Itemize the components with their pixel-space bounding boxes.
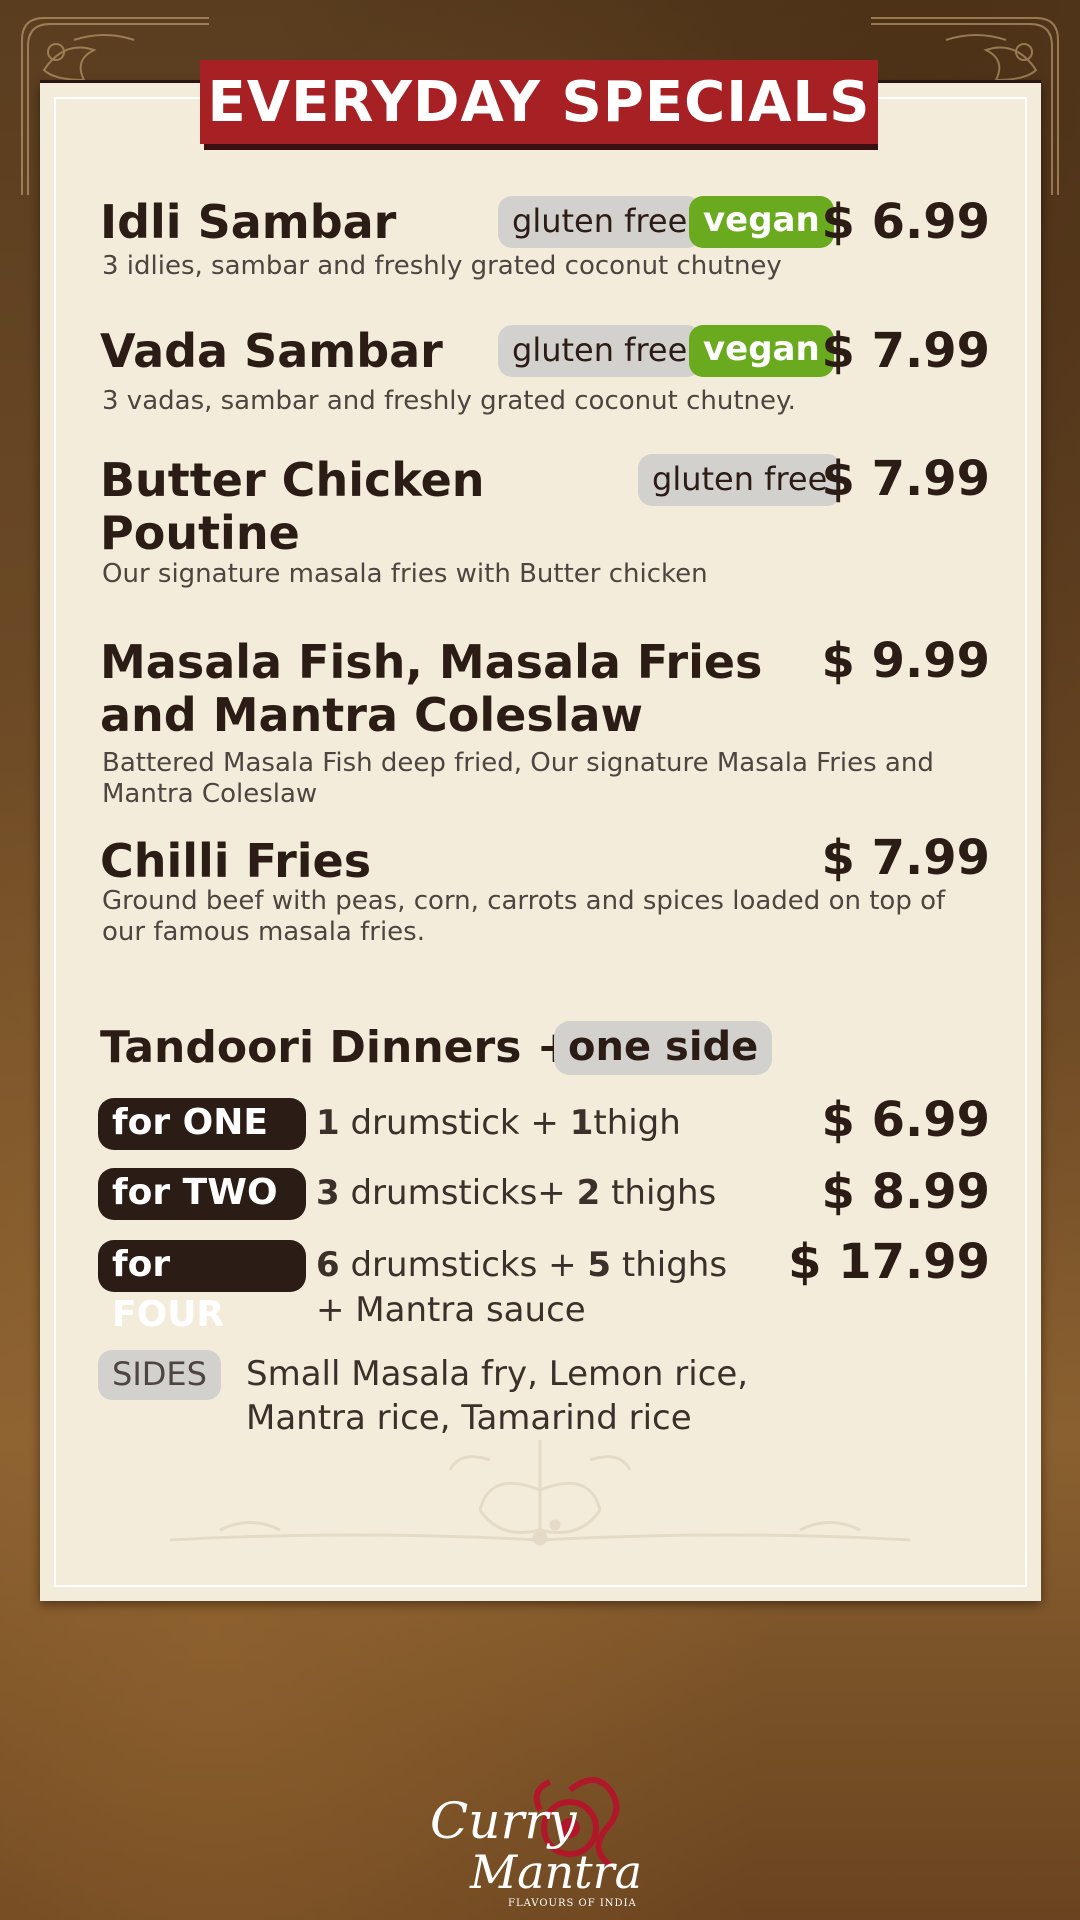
item-name-line1: Masala Fish, Masala Fries [100,635,763,689]
item-name: Chilli Fries [100,834,372,888]
logo-tagline: FLAVOURS OF INDIA [508,1898,637,1909]
title-banner: EVERYDAY SPECIALS [200,60,878,144]
one-side-badge: one side [554,1021,773,1075]
sides-line1: Small Masala fry, Lemon rice, [246,1354,749,1394]
drumstick-count: 1 [316,1103,340,1143]
item-description: 3 vadas, sambar and freshly grated cocon… [102,386,796,416]
gluten-free-badge: gluten free [638,454,842,506]
gluten-free-badge: gluten free [498,325,702,377]
gluten-free-badge: gluten free [498,196,702,248]
serving-details: 3 drumsticks+ 2 thighs [316,1171,716,1215]
item-name-line1: Butter Chicken [100,453,485,507]
item-name-line2: Poutine [100,506,300,560]
serving-price: $ 8.99 [821,1164,990,1220]
item-description-line1: Battered Masala Fish deep fried, Our sig… [102,748,934,778]
drumstick-text: drumsticks [339,1173,538,1213]
drumstick-text: drumsticks + [339,1245,588,1285]
thigh-count: 2 [576,1173,601,1213]
drumstick-count: 6 [316,1245,340,1285]
item-price: $ 7.99 [821,830,990,886]
section-title: Tandoori Dinners + [100,1022,574,1073]
serving-price: $ 17.99 [788,1234,990,1290]
item-description-line2: Mantra Coleslaw [102,779,318,809]
serving-badge: for FOUR [98,1240,306,1335]
serving-badge: for TWO [98,1168,306,1220]
logo-word-curry: Curry [430,1792,577,1850]
sides-badge: SIDES [98,1350,221,1400]
serving-details: 6 drumsticks + 5 thighs [316,1243,727,1287]
thigh-text: thighs [600,1173,717,1213]
thigh-text: thigh [593,1103,681,1143]
vegan-badge: vegan [689,325,834,377]
serving-badge: for ONE [98,1098,306,1150]
item-name: Idli Sambar [100,195,397,249]
item-description: Our signature masala fries with Butter c… [102,559,708,589]
vegan-badge: vegan [689,196,834,248]
item-name: Vada Sambar [100,324,443,378]
page-title: EVERYDAY SPECIALS [207,69,871,135]
drumstick-count: 3 [316,1173,340,1213]
item-description: 3 idlies, sambar and freshly grated coco… [102,251,782,281]
item-price: $ 7.99 [821,451,990,507]
serving-details: 1 drumstick + 1thigh [316,1101,681,1145]
plus-sign: + [537,1173,566,1213]
thigh-count: 5 [587,1245,612,1285]
serving-price: $ 6.99 [821,1092,990,1148]
serving-extra: + Mantra sauce [316,1290,586,1330]
flourish-ornament-icon [169,1440,911,1546]
sides-list: Small Masala fry, Lemon rice, Mantra ric… [246,1352,806,1440]
thigh-count: 1 [569,1103,594,1143]
drumstick-text: drumstick + [339,1103,570,1143]
item-description-line1: Ground beef with peas, corn, carrots and… [102,886,946,916]
item-price: $ 6.99 [821,194,990,250]
logo-word-mantra: Mantra [470,1845,643,1899]
item-description-line2: our famous masala fries. [102,917,425,947]
thigh-text: thighs [611,1245,728,1285]
item-price: $ 7.99 [821,323,990,379]
item-price: $ 9.99 [821,633,990,689]
item-name-line2: and Mantra Coleslaw [100,688,644,742]
